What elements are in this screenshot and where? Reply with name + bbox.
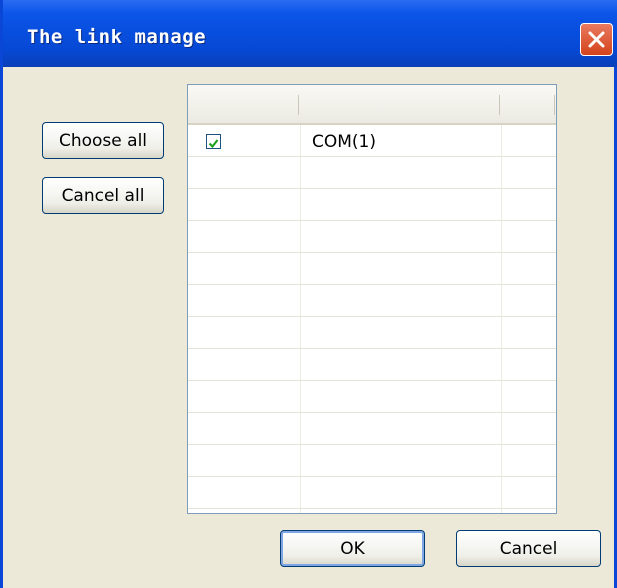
link-name: COM(1) xyxy=(312,132,376,152)
table-row[interactable]: COM(1) xyxy=(188,125,556,157)
table-row xyxy=(188,253,556,285)
title-bar[interactable]: The link manage xyxy=(3,0,617,67)
close-icon xyxy=(588,31,605,48)
table-row xyxy=(188,349,556,381)
link-list[interactable]: COM(1) xyxy=(187,84,557,514)
table-row xyxy=(188,477,556,509)
link-manage-dialog: The link manage Choose all Cancel all CO… xyxy=(0,0,617,588)
choose-all-button[interactable]: Choose all xyxy=(42,122,164,159)
table-row xyxy=(188,317,556,349)
cancel-all-button[interactable]: Cancel all xyxy=(42,177,164,214)
table-row xyxy=(188,285,556,317)
table-row xyxy=(188,445,556,477)
table-row xyxy=(188,189,556,221)
table-row xyxy=(188,381,556,413)
table-row xyxy=(188,157,556,189)
window-title: The link manage xyxy=(27,26,207,48)
column-separator[interactable] xyxy=(554,95,555,115)
ok-button[interactable]: OK xyxy=(280,530,425,567)
table-row xyxy=(188,221,556,253)
grid-header xyxy=(188,85,556,125)
row-checkbox[interactable] xyxy=(206,134,221,149)
cancel-button[interactable]: Cancel xyxy=(456,530,601,567)
column-separator[interactable] xyxy=(298,95,299,115)
column-separator[interactable] xyxy=(499,95,500,115)
checkmark-icon xyxy=(208,139,219,149)
close-button[interactable] xyxy=(580,23,613,56)
table-row xyxy=(188,413,556,445)
